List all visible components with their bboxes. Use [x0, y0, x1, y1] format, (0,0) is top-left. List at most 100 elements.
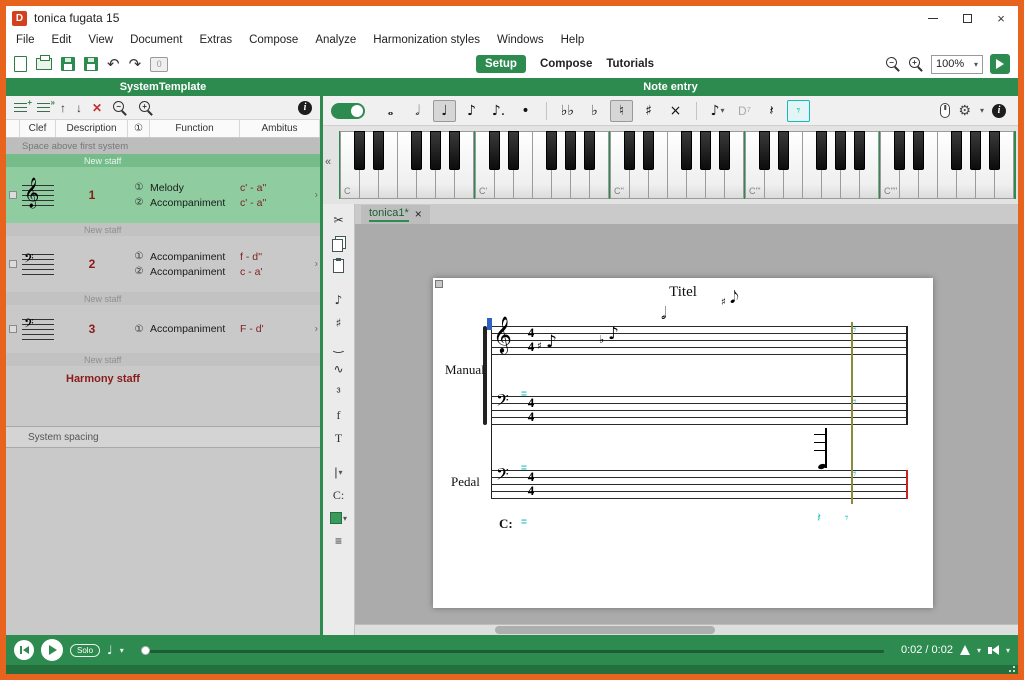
piano-key-black[interactable]: [623, 131, 635, 171]
keyboard-scroll-left-icon[interactable]: «: [325, 156, 331, 168]
paste-icon[interactable]: [327, 256, 351, 276]
system-spacing-row[interactable]: System spacing: [6, 426, 320, 448]
print-icon[interactable]: [36, 55, 52, 70]
voice-row[interactable]: ② Accompaniment c' - a'': [128, 197, 320, 209]
reference-tool-icon[interactable]: 0: [150, 56, 169, 72]
template-zoom-in-icon[interactable]: +: [138, 100, 154, 116]
staff-row-1[interactable]: 𝄞 1 ① Melody c' - a'' ② Accompaniment c'…: [6, 167, 320, 223]
note-entry-info-icon[interactable]: i: [992, 103, 1006, 118]
piano-key-black[interactable]: [989, 131, 1000, 171]
row-handle-icon[interactable]: [9, 325, 17, 333]
piano-key-black[interactable]: [815, 131, 827, 171]
horizontal-scrollbar[interactable]: [355, 624, 1018, 635]
accidental-tool-icon[interactable]: ♯: [327, 313, 351, 333]
chevron-down-icon[interactable]: ▾: [977, 646, 981, 655]
piano-key-black[interactable]: [642, 131, 654, 171]
tab-close-icon[interactable]: ×: [415, 207, 422, 221]
staff-pedal[interactable]: [491, 470, 907, 499]
mouse-input-icon[interactable]: [940, 103, 951, 118]
piano-key-black[interactable]: [854, 131, 865, 171]
tuplet-tool-icon[interactable]: ³: [327, 382, 351, 402]
tie-tool-icon[interactable]: ‿: [327, 336, 351, 356]
piano-key-black[interactable]: [912, 131, 924, 171]
redo-icon[interactable]: ↷: [129, 56, 142, 72]
gear-icon[interactable]: ⚙: [958, 104, 971, 118]
menu-file[interactable]: File: [16, 34, 35, 46]
dynamics-tool-icon[interactable]: f: [327, 405, 351, 425]
chevron-down-icon[interactable]: ▾: [980, 106, 984, 115]
piano-key-black[interactable]: [719, 131, 730, 171]
flat-icon[interactable]: ♭: [599, 334, 604, 345]
piano-key-black[interactable]: [758, 131, 770, 171]
piano-key-black[interactable]: [430, 131, 441, 171]
eighth-rest-button[interactable]: 𝄾: [787, 99, 810, 122]
note-icon[interactable]: 𝅘𝅥𝅮: [730, 290, 739, 307]
eighth-note-button[interactable]: ♪: [460, 100, 483, 122]
cut-icon[interactable]: ✂: [327, 210, 351, 230]
double-sharp-button[interactable]: ×: [664, 100, 687, 122]
beat-select-icon[interactable]: ♩: [107, 644, 113, 656]
barline-tool-icon[interactable]: | ▾: [327, 462, 351, 482]
template-zoom-out-icon[interactable]: −: [112, 100, 128, 116]
note-tool-icon[interactable]: ♪: [327, 290, 351, 310]
piano-key-black[interactable]: [950, 131, 962, 171]
piano-key-black[interactable]: [545, 131, 557, 171]
row-expand-icon[interactable]: ›: [315, 190, 318, 201]
close-button[interactable]: ×: [984, 6, 1018, 30]
tab-compose[interactable]: Compose: [540, 58, 592, 70]
minimize-button[interactable]: [916, 6, 950, 30]
voice-row[interactable]: ① Accompaniment f - d'': [128, 251, 320, 263]
zoom-out-icon[interactable]: −: [885, 56, 901, 72]
add-staff-icon[interactable]: +: [14, 98, 32, 113]
undo-icon[interactable]: ↶: [107, 56, 120, 72]
new-staff-row[interactable]: New staff: [6, 223, 320, 236]
sharp-icon[interactable]: ♯: [537, 342, 542, 352]
piano-key-black[interactable]: [584, 131, 595, 171]
piano-key-black[interactable]: [700, 131, 711, 171]
piano-key-black[interactable]: [507, 131, 519, 171]
quick-export-icon[interactable]: [990, 54, 1010, 74]
chevron-down-icon[interactable]: ▾: [1006, 646, 1010, 655]
dotted-note-button[interactable]: ♪.: [487, 100, 510, 122]
delete-staff-icon[interactable]: ✕: [92, 102, 102, 114]
resize-grip[interactable]: [1001, 666, 1015, 673]
staff-row-2[interactable]: 𝄢 2 ① Accompaniment f - d'' ② Accompanim…: [6, 236, 320, 292]
menu-view[interactable]: View: [88, 34, 113, 46]
piano-key-black[interactable]: [565, 131, 576, 171]
harmony-staff-row[interactable]: Harmony staff: [6, 366, 320, 392]
piano-key-black[interactable]: [372, 131, 384, 171]
row-expand-icon[interactable]: ›: [315, 324, 318, 335]
scrollbar-thumb[interactable]: [495, 626, 715, 634]
zoom-level-select[interactable]: 100% ▾: [931, 54, 983, 74]
quarter-note-button[interactable]: ♩: [433, 99, 456, 122]
menu-document[interactable]: Document: [130, 34, 182, 46]
move-up-icon[interactable]: ↑: [60, 102, 66, 114]
tab-tutorials[interactable]: Tutorials: [606, 58, 654, 70]
harmony-symbol-label[interactable]: C:: [499, 516, 513, 532]
row-handle-icon[interactable]: [9, 191, 17, 199]
space-above-row[interactable]: Space above first system: [6, 138, 320, 154]
natural-button[interactable]: ♮: [610, 99, 633, 122]
note-icon[interactable]: ♪: [546, 334, 557, 351]
half-note-icon[interactable]: 𝅗𝅥: [661, 306, 666, 323]
staff-row-3[interactable]: 𝄢 3 ① Accompaniment F - d' ›: [6, 305, 320, 353]
quarter-rest-button[interactable]: 𝄽: [760, 100, 783, 122]
flat-button[interactable]: ♭: [583, 100, 606, 122]
voice-row[interactable]: ② Accompaniment c - a': [128, 266, 320, 278]
notehead-dropdown-button[interactable]: ♪ ▾: [706, 100, 729, 122]
color-tool-icon[interactable]: ▾: [327, 508, 351, 528]
copy-icon[interactable]: [327, 233, 351, 253]
piano-key-black[interactable]: [970, 131, 981, 171]
piano-key-black[interactable]: [777, 131, 789, 171]
chevron-down-icon[interactable]: ▾: [120, 646, 124, 655]
note-entry-toggle[interactable]: [331, 102, 365, 119]
save-icon[interactable]: [61, 57, 75, 71]
ornament-tool-icon[interactable]: ∿: [327, 359, 351, 379]
layout-tool-icon[interactable]: ≡: [327, 531, 351, 551]
menu-harmonization-styles[interactable]: Harmonization styles: [373, 34, 480, 46]
volume-icon[interactable]: [987, 645, 999, 655]
chord-entry-icon[interactable]: C:: [327, 485, 351, 505]
tab-setup[interactable]: Setup: [476, 55, 526, 73]
whole-note-button[interactable]: 𝅝: [379, 100, 402, 122]
document-tab[interactable]: tonica1* ×: [361, 205, 430, 224]
